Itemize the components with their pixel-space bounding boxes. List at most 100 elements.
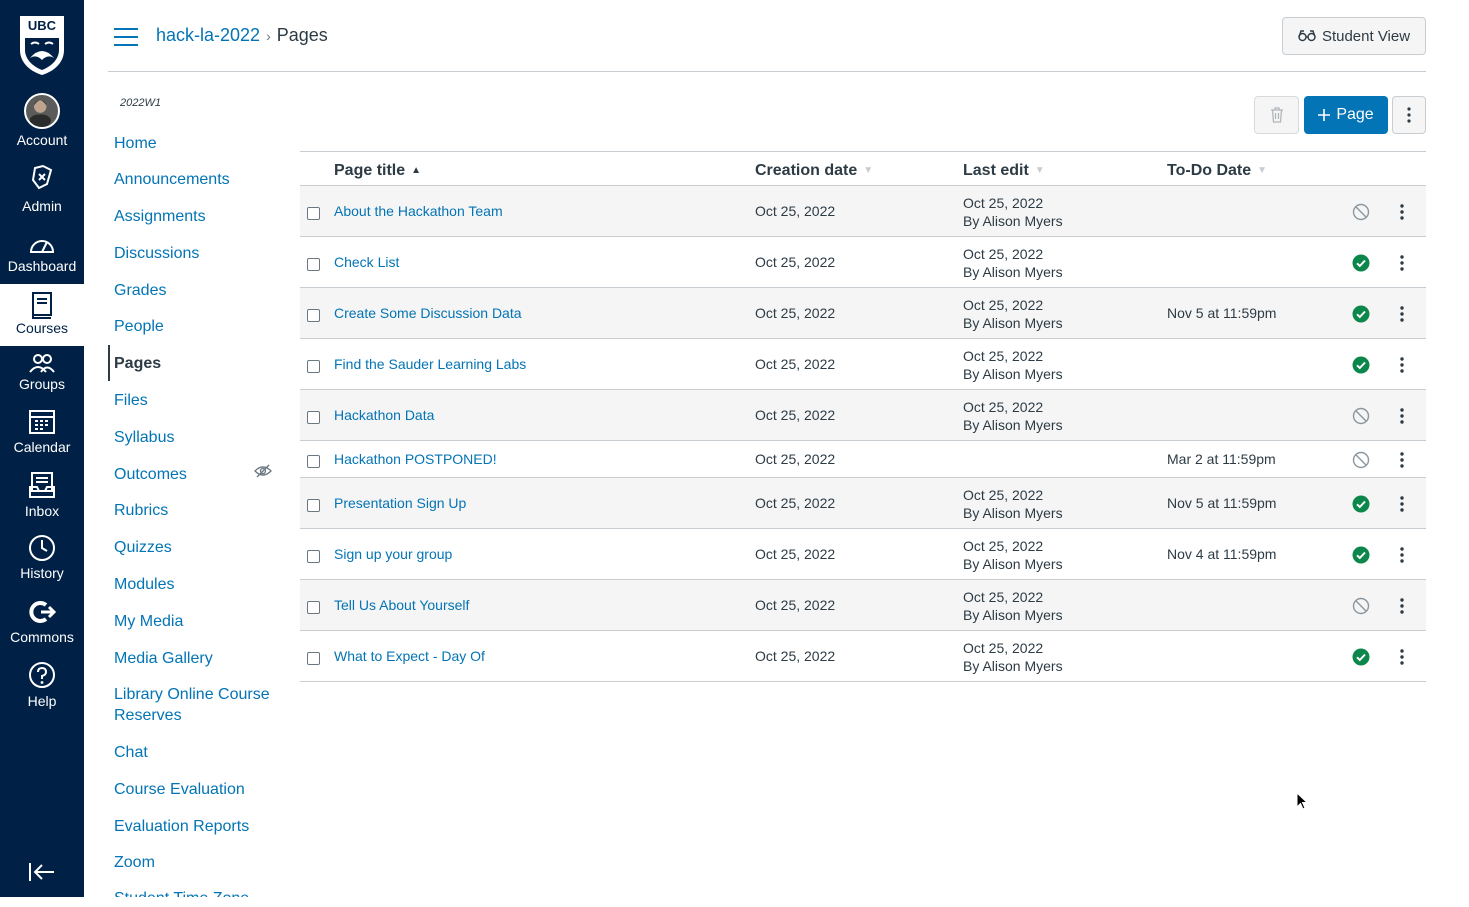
gnav-calendar[interactable]: Calendar bbox=[0, 406, 84, 468]
row-options-kebab-icon[interactable] bbox=[1396, 597, 1408, 615]
course-nav-home[interactable]: Home bbox=[114, 133, 279, 154]
gnav-account[interactable]: Account bbox=[0, 88, 84, 150]
row-options-kebab-icon[interactable] bbox=[1396, 451, 1408, 469]
ubc-logo[interactable]: UBC bbox=[17, 14, 67, 76]
creation-date: Oct 25, 2022 bbox=[755, 450, 836, 467]
gnav-admin-label: Admin bbox=[22, 198, 62, 214]
row-options-kebab-icon[interactable] bbox=[1396, 356, 1408, 374]
gnav-dashboard-label: Dashboard bbox=[7, 258, 77, 274]
page-title-link[interactable]: Tell Us About Yourself bbox=[334, 597, 469, 613]
gnav-groups[interactable]: Groups bbox=[0, 350, 84, 412]
published-icon[interactable] bbox=[1352, 495, 1370, 513]
gnav-admin[interactable]: Admin bbox=[0, 162, 84, 224]
sort-creation-date[interactable]: Creation date ▼ bbox=[755, 162, 873, 180]
add-page-button[interactable]: Page bbox=[1304, 96, 1388, 134]
row-options-kebab-icon[interactable] bbox=[1396, 407, 1408, 425]
course-nav-announcements[interactable]: Announcements bbox=[114, 169, 279, 190]
row-select-checkbox[interactable] bbox=[307, 257, 320, 271]
row-options-kebab-icon[interactable] bbox=[1396, 254, 1408, 272]
page-title-link[interactable]: Sign up your group bbox=[334, 546, 452, 562]
page-title-link[interactable]: About the Hackathon Team bbox=[334, 203, 503, 219]
row-select-checkbox[interactable] bbox=[307, 359, 320, 373]
hidden-from-students-icon bbox=[254, 464, 272, 478]
course-nav-zoom[interactable]: Zoom bbox=[114, 852, 279, 873]
help-icon bbox=[29, 662, 55, 688]
course-nav-rubrics[interactable]: Rubrics bbox=[114, 500, 279, 521]
breadcrumb-course-link[interactable]: hack-la-2022 bbox=[156, 25, 260, 45]
course-nav-files[interactable]: Files bbox=[114, 390, 279, 411]
unpublished-icon[interactable] bbox=[1352, 407, 1370, 425]
row-options-kebab-icon[interactable] bbox=[1396, 203, 1408, 221]
published-icon[interactable] bbox=[1352, 546, 1370, 564]
course-nav-student-time-zone[interactable]: Student Time Zone bbox=[114, 888, 279, 897]
creation-date: Oct 25, 2022 bbox=[755, 304, 836, 321]
page-options-button[interactable] bbox=[1392, 96, 1426, 134]
published-icon[interactable] bbox=[1352, 305, 1370, 323]
course-nav-library-reserves[interactable]: Library Online Course Reserves bbox=[114, 684, 279, 726]
row-select-checkbox[interactable] bbox=[307, 651, 320, 665]
global-nav: UBC Account Admin Dashboard Courses Grou… bbox=[0, 0, 84, 897]
published-icon[interactable] bbox=[1352, 254, 1370, 272]
course-nav-course-evaluation[interactable]: Course Evaluation bbox=[114, 779, 279, 800]
course-nav-evaluation-reports[interactable]: Evaluation Reports bbox=[114, 816, 279, 837]
gnav-history[interactable]: History bbox=[0, 533, 84, 595]
course-nav-grades[interactable]: Grades bbox=[114, 280, 279, 301]
row-select-checkbox[interactable] bbox=[307, 498, 320, 512]
page-title-link[interactable]: Presentation Sign Up bbox=[334, 495, 466, 511]
row-select-checkbox[interactable] bbox=[307, 549, 320, 563]
gnav-dashboard[interactable]: Dashboard bbox=[0, 230, 84, 292]
course-nav-discussions[interactable]: Discussions bbox=[114, 243, 279, 264]
gnav-commons[interactable]: Commons bbox=[0, 597, 84, 659]
sort-todo-date[interactable]: To-Do Date ▼ bbox=[1167, 162, 1267, 180]
gnav-help[interactable]: Help bbox=[0, 660, 84, 722]
course-nav-people[interactable]: People bbox=[114, 316, 279, 337]
course-nav-chat[interactable]: Chat bbox=[114, 742, 279, 763]
last-edit-author: By Alison Myers bbox=[963, 212, 1063, 229]
course-nav-assignments[interactable]: Assignments bbox=[114, 206, 279, 227]
gnav-courses[interactable]: Courses bbox=[0, 284, 84, 346]
page-title-link[interactable]: What to Expect - Day Of bbox=[334, 648, 485, 664]
unpublished-icon[interactable] bbox=[1352, 451, 1370, 469]
delete-pages-button[interactable] bbox=[1254, 96, 1299, 134]
row-select-checkbox[interactable] bbox=[307, 206, 320, 220]
last-edit-date: Oct 25, 2022 bbox=[963, 588, 1044, 605]
row-options-kebab-icon[interactable] bbox=[1396, 495, 1408, 513]
page-title-link[interactable]: Hackathon POSTPONED! bbox=[334, 451, 497, 467]
table-row: Presentation Sign Up Oct 25, 2022 Oct 25, … bbox=[300, 478, 1426, 529]
header-todo-date: To-Do Date bbox=[1167, 162, 1252, 179]
published-icon[interactable] bbox=[1352, 356, 1370, 374]
page-title-link[interactable]: Find the Sauder Learning Labs bbox=[334, 356, 526, 372]
page-title-link[interactable]: Create Some Discussion Data bbox=[334, 305, 522, 321]
creation-date: Oct 25, 2022 bbox=[755, 596, 836, 613]
row-select-checkbox[interactable] bbox=[307, 454, 320, 468]
unpublished-icon[interactable] bbox=[1352, 203, 1370, 221]
row-select-checkbox[interactable] bbox=[307, 410, 320, 424]
page-title-link[interactable]: Check List bbox=[334, 254, 399, 270]
table-header: Page title ▲ Creation date ▼ Last edit ▼ To… bbox=[300, 151, 1426, 186]
row-select-checkbox[interactable] bbox=[307, 308, 320, 322]
pages-table: Page title ▲ Creation date ▼ Last edit ▼ To… bbox=[300, 151, 1426, 682]
course-nav-my-media[interactable]: My Media bbox=[114, 611, 279, 632]
last-edit: Oct 25, 2022 By Alison Myers bbox=[963, 194, 1063, 230]
last-edit: Oct 25, 2022 By Alison Myers bbox=[963, 537, 1063, 573]
page-title-link[interactable]: Hackathon Data bbox=[334, 407, 434, 423]
last-edit-author: By Alison Myers bbox=[963, 365, 1063, 382]
course-nav-quizzes[interactable]: Quizzes bbox=[114, 537, 279, 558]
row-options-kebab-icon[interactable] bbox=[1396, 546, 1408, 564]
row-select-checkbox[interactable] bbox=[307, 600, 320, 614]
course-nav-syllabus[interactable]: Syllabus bbox=[114, 427, 279, 448]
course-nav-modules[interactable]: Modules bbox=[114, 574, 279, 595]
course-nav-pages[interactable]: Pages bbox=[114, 353, 279, 374]
row-options-kebab-icon[interactable] bbox=[1396, 648, 1408, 666]
gnav-calendar-label: Calendar bbox=[13, 439, 71, 455]
sort-page-title[interactable]: Page title ▲ bbox=[334, 162, 421, 180]
student-view-button[interactable]: Student View bbox=[1282, 17, 1426, 55]
course-menu-toggle[interactable] bbox=[114, 28, 138, 46]
row-options-kebab-icon[interactable] bbox=[1396, 305, 1408, 323]
gnav-inbox[interactable]: Inbox bbox=[0, 470, 84, 532]
sort-last-edit[interactable]: Last edit ▼ bbox=[963, 162, 1045, 180]
unpublished-icon[interactable] bbox=[1352, 597, 1370, 615]
course-nav-media-gallery[interactable]: Media Gallery bbox=[114, 648, 279, 669]
published-icon[interactable] bbox=[1352, 648, 1370, 666]
collapse-nav-icon[interactable] bbox=[28, 860, 56, 884]
